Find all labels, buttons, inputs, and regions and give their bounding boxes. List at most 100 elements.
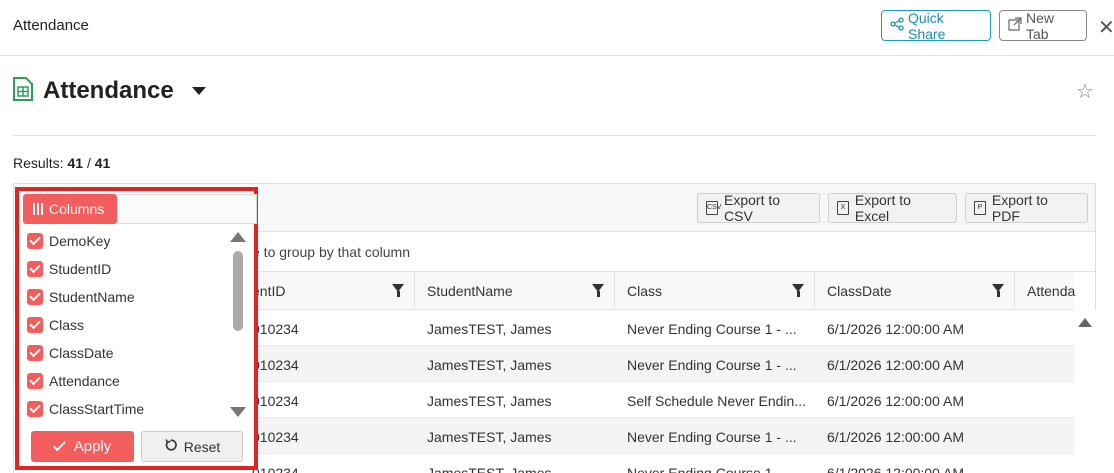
window-header: Attendance Quick Share New Tab ✕	[0, 0, 1114, 56]
checkbox-checked-icon[interactable]	[27, 289, 43, 305]
cell-classdate: 6/1/2026 12:00:00 AM	[827, 429, 964, 445]
new-tab-button[interactable]: New Tab	[999, 9, 1087, 42]
column-option-label: StudentID	[49, 261, 112, 277]
grid-scrollbar[interactable]	[1074, 310, 1096, 473]
title-dropdown-icon[interactable]	[191, 87, 206, 95]
cell-class: Never Ending Course 1 - ...	[627, 321, 797, 337]
cell-classdate: 6/1/2026 12:00:00 AM	[827, 465, 964, 473]
scroll-up-icon[interactable]	[230, 232, 246, 242]
column-option-label: DemoKey	[49, 233, 111, 249]
column-header-label: Class	[627, 283, 663, 299]
results-label: Results:	[13, 155, 64, 171]
checkbox-checked-icon[interactable]	[27, 233, 43, 249]
quick-share-button[interactable]: Quick Share	[881, 9, 991, 42]
results-shown: 41	[67, 155, 84, 171]
group-hint-text: e to group by that column	[252, 244, 410, 260]
export-csv-label: Export to CSV	[724, 192, 781, 224]
checkbox-checked-icon[interactable]	[27, 373, 43, 389]
column-chooser-panel: Columns DemoKey StudentID StudentName Cl…	[15, 187, 258, 470]
column-header-studentname[interactable]: StudentName	[415, 272, 615, 310]
page-header: Attendance	[13, 74, 206, 108]
results-separator: /	[86, 155, 91, 171]
scroll-thumb[interactable]	[233, 251, 243, 331]
column-option-label: Attendance	[49, 373, 120, 389]
column-option-attendance[interactable]: Attendance	[27, 367, 227, 395]
favorite-star-icon[interactable]: ☆	[1076, 79, 1094, 104]
export-csv-button[interactable]: CSV Export to CSV	[697, 192, 820, 224]
new-tab-label: New Tab	[1026, 9, 1055, 42]
cell-studentname: JamesTEST, James	[427, 321, 552, 337]
results-total: 41	[94, 155, 111, 171]
filter-icon[interactable]	[992, 284, 1004, 297]
cell-class: Self Schedule Never Endin...	[627, 393, 806, 409]
cell-studentid: 010234	[252, 393, 299, 409]
export-pdf-label: Export to PDF	[991, 192, 1048, 224]
pdf-file-icon: P	[974, 201, 986, 215]
cell-studentid: 010234	[252, 465, 299, 473]
checkbox-checked-icon[interactable]	[27, 401, 43, 417]
close-icon[interactable]: ✕	[1098, 15, 1114, 40]
cell-studentname: JamesTEST, James	[427, 429, 552, 445]
column-list-scrollbar[interactable]	[229, 231, 247, 421]
check-icon	[52, 438, 66, 451]
column-option-classdate[interactable]: ClassDate	[27, 339, 227, 367]
export-excel-button[interactable]: X Export to Excel	[828, 192, 957, 224]
column-option-label: ClassDate	[49, 345, 114, 361]
page-title: Attendance	[43, 77, 174, 104]
column-chooser-header	[117, 194, 257, 224]
columns-button[interactable]: Columns	[23, 194, 117, 224]
columns-button-label: Columns	[49, 201, 105, 217]
quick-share-label: Quick Share	[908, 9, 946, 42]
cell-classdate: 6/1/2026 12:00:00 AM	[827, 357, 964, 373]
cell-studentname: JamesTEST, James	[427, 393, 552, 409]
export-pdf-button[interactable]: P Export to PDF	[965, 192, 1088, 224]
cell-classdate: 6/1/2026 12:00:00 AM	[827, 393, 964, 409]
external-link-icon	[1008, 17, 1022, 34]
cell-studentid: 010234	[252, 429, 299, 445]
cell-studentname: JamesTEST, James	[427, 465, 552, 473]
divider	[13, 135, 1096, 136]
column-option-label: StudentName	[49, 289, 135, 305]
reset-button[interactable]: Reset	[141, 431, 243, 462]
filter-icon[interactable]	[792, 284, 804, 297]
column-list: DemoKey StudentID StudentName Class Clas…	[27, 227, 227, 417]
reset-icon	[164, 438, 178, 455]
checkbox-checked-icon[interactable]	[27, 345, 43, 361]
column-option-studentid[interactable]: StudentID	[27, 255, 227, 283]
window-title: Attendance	[13, 17, 89, 34]
column-option-label: Class	[49, 317, 85, 333]
column-option-demokey[interactable]: DemoKey	[27, 227, 227, 255]
columns-icon	[33, 203, 43, 215]
filter-icon[interactable]	[392, 284, 404, 297]
cell-class: Never Ending Course 1 - ...	[627, 429, 797, 445]
column-option-class[interactable]: Class	[27, 311, 227, 339]
column-header-attendance[interactable]: Attenda	[1015, 272, 1076, 310]
checkbox-checked-icon[interactable]	[27, 261, 43, 277]
column-header-label: Attenda	[1027, 283, 1076, 299]
csv-file-icon: CSV	[706, 201, 721, 215]
scroll-down-icon[interactable]	[230, 407, 246, 417]
filter-icon[interactable]	[592, 284, 604, 297]
apply-button[interactable]: Apply	[31, 431, 134, 462]
column-header-classdate[interactable]: ClassDate	[815, 272, 1015, 310]
cell-class: Never Ending Course 1 - ...	[627, 465, 797, 473]
column-option-classstarttime[interactable]: ClassStartTime	[27, 395, 227, 423]
column-header-label: StudentName	[427, 283, 513, 299]
cell-studentname: JamesTEST, James	[427, 357, 552, 373]
checkbox-checked-icon[interactable]	[27, 317, 43, 333]
excel-file-icon: X	[837, 201, 849, 215]
cell-studentid: 010234	[252, 357, 299, 373]
cell-studentid: 010234	[252, 321, 299, 337]
share-icon	[890, 17, 904, 34]
cell-classdate: 6/1/2026 12:00:00 AM	[827, 321, 964, 337]
cell-class: Never Ending Course 1 - ...	[627, 357, 797, 373]
column-option-label: ClassStartTime	[49, 401, 145, 417]
spreadsheet-icon	[13, 76, 33, 106]
column-option-studentname[interactable]: StudentName	[27, 283, 227, 311]
scroll-up-icon[interactable]	[1078, 318, 1092, 327]
results-count: Results: 41 / 41	[13, 155, 110, 171]
export-excel-label: Export to Excel	[854, 192, 911, 224]
reset-label: Reset	[183, 438, 221, 455]
column-header-label: ClassDate	[827, 283, 892, 299]
column-header-class[interactable]: Class	[615, 272, 815, 310]
